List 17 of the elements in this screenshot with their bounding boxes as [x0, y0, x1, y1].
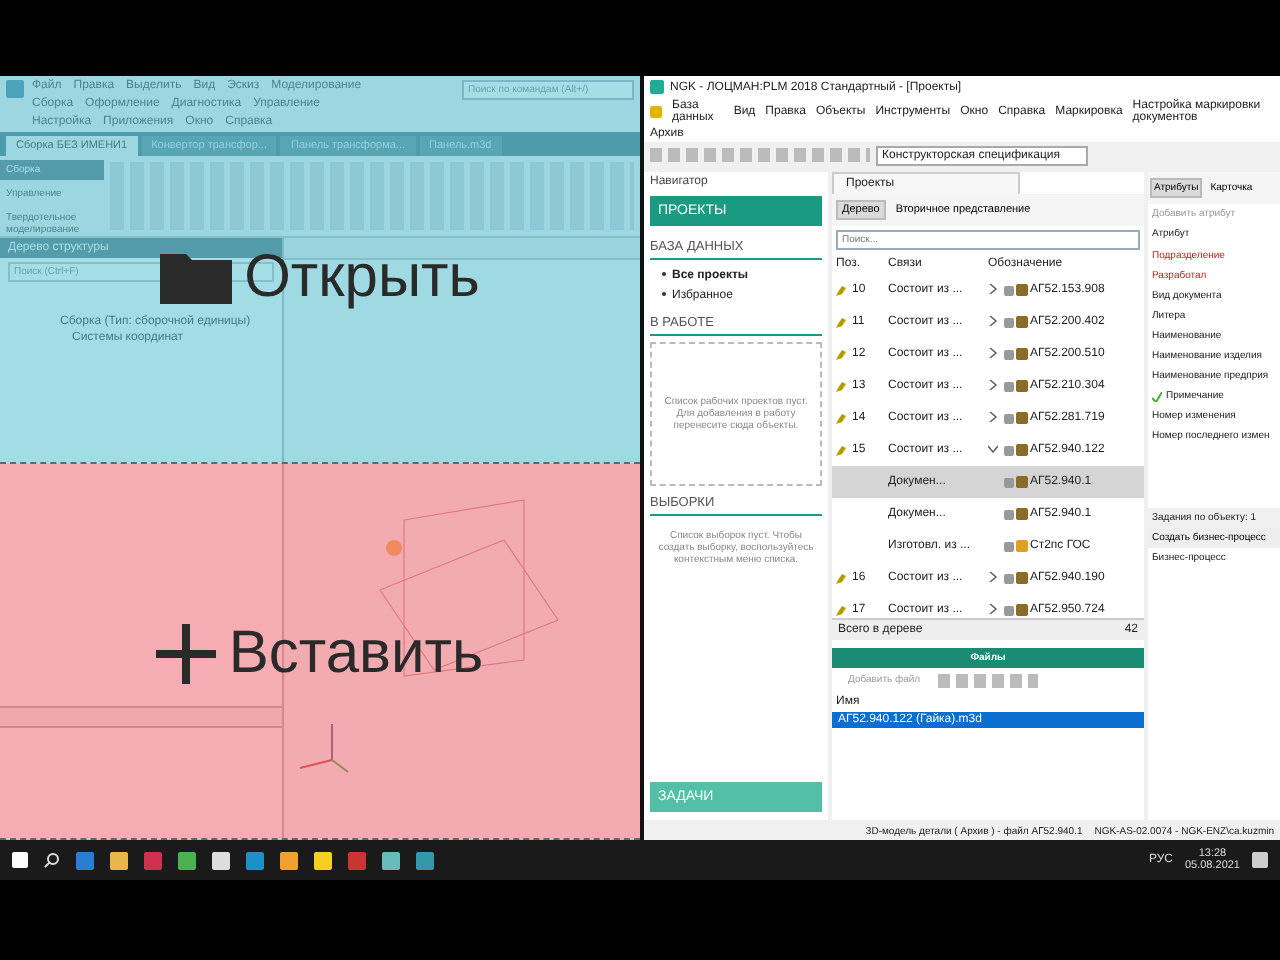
folder-icon: [160, 248, 233, 304]
cursor-highlight-icon: [386, 540, 402, 556]
pencil-icon: [836, 349, 846, 359]
pencil-icon: [836, 285, 846, 295]
pencil-icon: [836, 317, 846, 327]
pencil-icon: [836, 413, 846, 423]
pencil-icon: [836, 605, 846, 615]
plus-icon: [156, 624, 217, 684]
axes-icon: [299, 723, 349, 773]
pencil-icon: [836, 381, 846, 391]
toolbar-icons-drawing: [938, 673, 1039, 687]
expand-toggle[interactable]: [988, 443, 1004, 457]
search-icon[interactable]: [44, 852, 60, 868]
pencil-icon: [836, 573, 846, 583]
checkmark-icon: [1152, 391, 1162, 401]
drop-zone-label: Вставить: [228, 624, 484, 684]
pencil-icon: [836, 445, 846, 455]
